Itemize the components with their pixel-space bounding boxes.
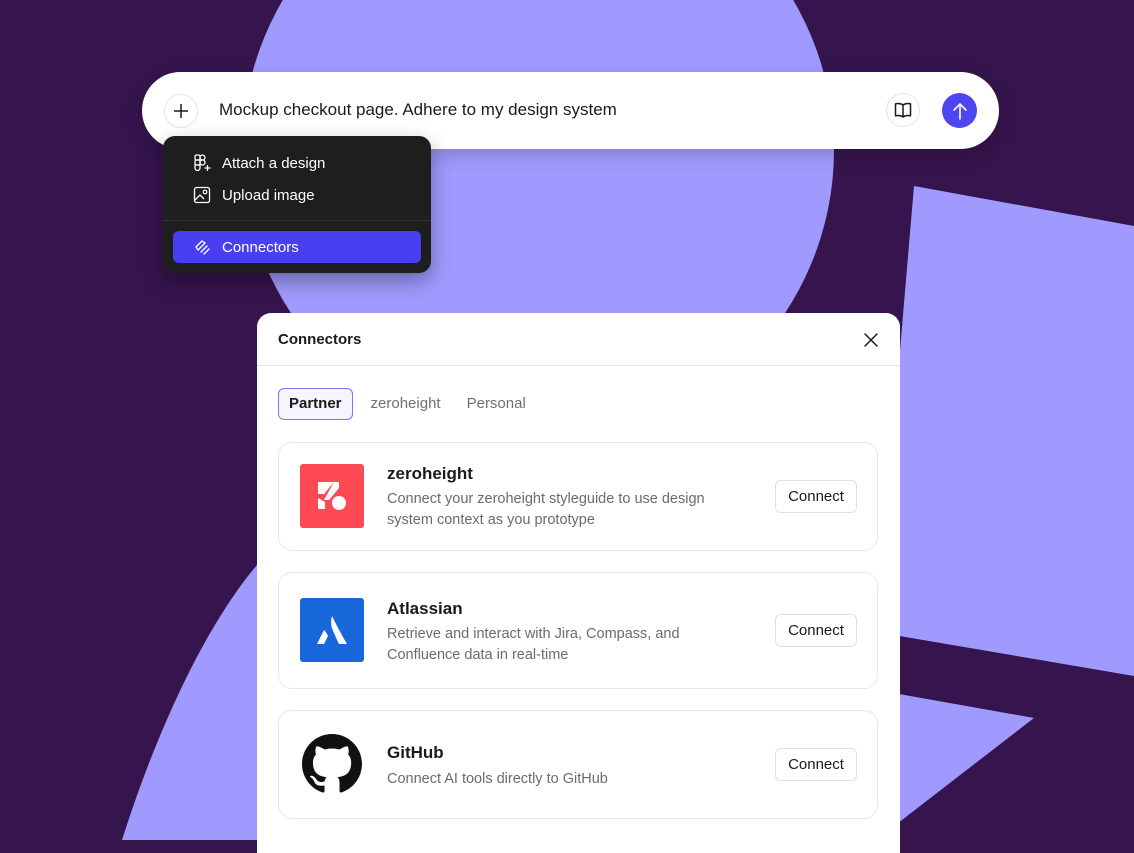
add-button[interactable] <box>164 94 198 128</box>
arrow-up-icon <box>952 102 967 120</box>
figma-icon <box>193 154 211 172</box>
menu-item-connectors[interactable]: Connectors <box>173 231 421 263</box>
menu-divider <box>163 220 431 221</box>
connect-button[interactable]: Connect <box>775 748 857 781</box>
github-logo <box>300 732 364 796</box>
connector-description: Connect AI tools directly to GitHub <box>387 771 608 787</box>
panel-header: Connectors <box>257 313 900 366</box>
connector-description: Retrieve and interact with Jira, Compass… <box>387 626 680 663</box>
prompt-input[interactable]: Mockup checkout page. Adhere to my desig… <box>219 98 617 122</box>
atlassian-logo <box>300 598 364 662</box>
connectors-icon <box>193 238 211 256</box>
menu-item-label: Upload image <box>222 186 315 204</box>
bg-bottom-left-shape <box>122 565 257 840</box>
close-button[interactable] <box>862 331 880 349</box>
send-button[interactable] <box>942 93 977 128</box>
tab-personal[interactable]: Personal <box>459 388 534 420</box>
design-system-button[interactable] <box>886 93 920 127</box>
connector-description: Connect your zeroheight styleguide to us… <box>387 491 705 528</box>
connector-name: GitHub <box>387 743 444 762</box>
connectors-panel: Connectors Partner zeroheight Personal z… <box>257 313 900 853</box>
plus-icon <box>174 104 188 118</box>
menu-item-label: Attach a design <box>222 154 326 172</box>
connector-card-github: GitHub Connect AI tools directly to GitH… <box>278 710 878 819</box>
panel-title: Connectors <box>278 331 362 348</box>
connect-button[interactable]: Connect <box>775 480 857 513</box>
connector-name: zeroheight <box>387 464 473 483</box>
bg-right-shape <box>876 186 1134 676</box>
connect-button[interactable]: Connect <box>775 614 857 647</box>
connector-card-zeroheight: zeroheight Connect your zeroheight style… <box>278 442 878 551</box>
menu-item-label: Connectors <box>222 238 299 256</box>
tab-partner[interactable]: Partner <box>278 388 353 420</box>
tab-zeroheight[interactable]: zeroheight <box>363 388 449 420</box>
book-icon <box>894 102 912 118</box>
connector-card-atlassian: Atlassian Retrieve and interact with Jir… <box>278 572 878 689</box>
image-icon <box>193 186 211 204</box>
close-icon <box>864 333 878 347</box>
zeroheight-logo <box>300 464 364 528</box>
menu-item-attach-design[interactable]: Attach a design <box>173 147 421 179</box>
menu-item-upload-image[interactable]: Upload image <box>173 179 421 211</box>
connector-name: Atlassian <box>387 599 463 618</box>
connector-tabs: Partner zeroheight Personal <box>278 388 544 420</box>
attach-menu: Attach a design Upload image Connectors <box>163 136 431 273</box>
